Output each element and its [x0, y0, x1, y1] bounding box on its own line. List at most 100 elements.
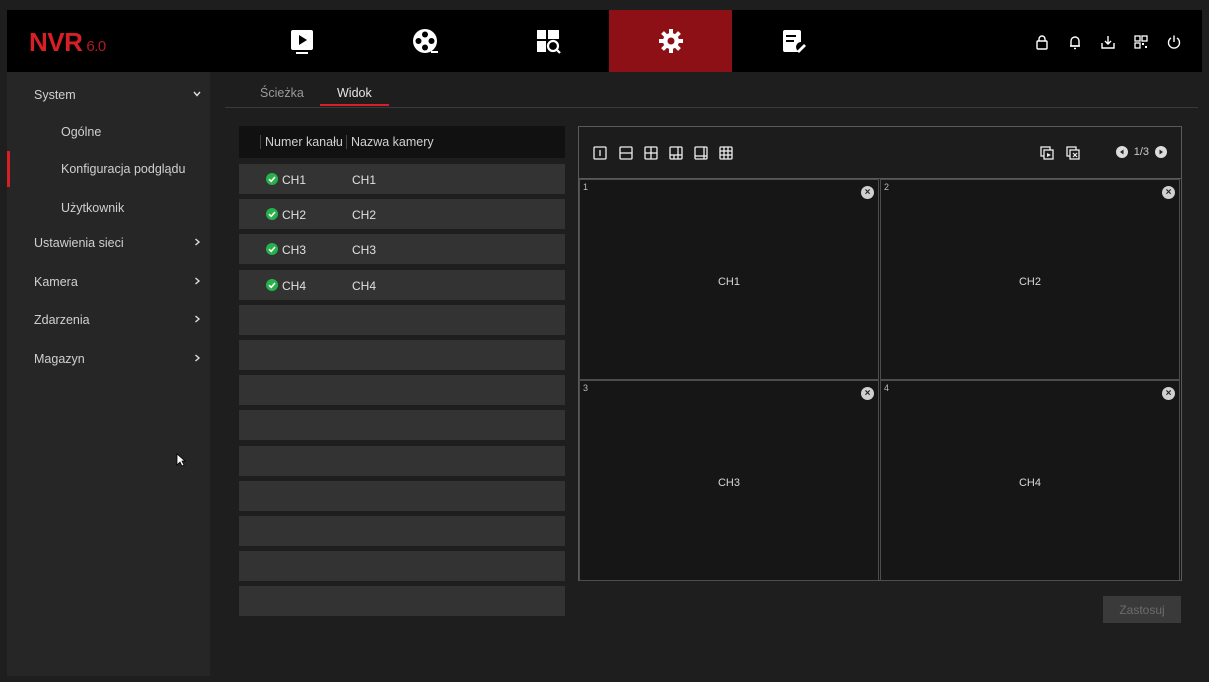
camera-name-cell: CH4	[352, 278, 377, 293]
close-icon[interactable]: ×	[861, 186, 874, 199]
page-navigator: 1/3	[1115, 146, 1167, 158]
table-row[interactable]: CH3 CH3	[239, 234, 565, 265]
film-reel-icon	[412, 29, 438, 53]
layout-8-icon[interactable]	[694, 146, 708, 160]
layout-9-icon[interactable]	[719, 146, 733, 160]
bell-icon	[1070, 36, 1080, 50]
sidebar-item-network[interactable]: Ustawienia sieci	[7, 225, 210, 261]
preview-cell-2[interactable]: 2 × CH2	[880, 179, 1180, 380]
chevron-right-icon	[195, 238, 201, 246]
preview-cell-1[interactable]: 1 × CH1	[579, 179, 879, 380]
apply-button[interactable]: Zastosuj	[1103, 596, 1181, 623]
table-row[interactable]: CH1 CH1	[239, 164, 565, 194]
page-indicator: 1/3	[1133, 146, 1149, 158]
sidebar-item-preview-config[interactable]: Konfiguracja podglądu	[7, 151, 210, 187]
search-grid-icon	[536, 30, 561, 54]
chevron-down-icon	[193, 91, 201, 97]
channel-number-cell: CH1	[282, 173, 307, 187]
notifications-button[interactable]	[1065, 32, 1085, 52]
layout-2-icon[interactable]	[619, 146, 633, 160]
cell-channel-label: CH1	[717, 276, 740, 288]
download-button[interactable]	[1098, 32, 1118, 52]
close-icon[interactable]: ×	[1162, 186, 1175, 199]
next-page-button[interactable]	[1155, 146, 1167, 158]
nav-tab-settings[interactable]	[609, 10, 732, 72]
layout-1-icon[interactable]	[593, 146, 607, 160]
layout-6-icon[interactable]	[669, 146, 683, 160]
cell-channel-label: CH3	[717, 477, 740, 489]
gear-icon	[658, 29, 683, 53]
channel-number-cell: CH4	[282, 278, 307, 293]
column-header-channel: Numer kanału	[260, 135, 343, 149]
check-circle-icon	[266, 173, 278, 185]
logo-brand: NVR	[29, 27, 83, 57]
sidebar-item-label: Magazyn	[34, 352, 85, 366]
check-circle-icon	[266, 278, 278, 291]
logo-version: 6.0	[86, 38, 106, 55]
cell-channel-label: CH4	[1018, 477, 1041, 489]
table-row-empty	[239, 340, 565, 370]
sidebar-item-label: Konfiguracja podglądu	[61, 162, 186, 176]
mouse-cursor-icon	[176, 453, 186, 467]
tab-view[interactable]: Widok	[337, 86, 372, 100]
tools-icon	[782, 30, 806, 53]
cell-number: 2	[884, 182, 890, 192]
lock-icon	[1036, 35, 1048, 50]
nav-tab-film[interactable]	[363, 10, 486, 72]
sidebar-item-label: Użytkownik	[61, 201, 125, 215]
table-row-empty	[239, 480, 565, 511]
layout-4-icon[interactable]	[644, 146, 658, 160]
lock-button[interactable]	[1032, 32, 1052, 52]
prev-page-button[interactable]	[1115, 146, 1128, 158]
power-button[interactable]	[1164, 32, 1184, 52]
cell-number: 1	[583, 182, 589, 192]
nav-tab-maintenance[interactable]	[732, 10, 855, 72]
sidebar-item-system[interactable]: System	[7, 77, 210, 113]
sidebar-item-storage[interactable]: Magazyn	[7, 341, 210, 377]
sidebar-item-general[interactable]: Ogólne	[7, 114, 210, 150]
cell-number: 3	[583, 383, 589, 393]
table-row-empty	[239, 551, 565, 582]
sidebar-item-label: Ogólne	[61, 125, 102, 139]
camera-name-cell: CH2	[352, 208, 377, 223]
table-row-empty	[239, 375, 565, 406]
cell-channel-label: CH2	[1018, 276, 1041, 288]
cell-number: 4	[884, 383, 890, 393]
table-row[interactable]: CH2 CH2	[239, 199, 565, 230]
preview-cell-3[interactable]: 3 × CH3	[579, 380, 879, 581]
table-row-empty	[239, 516, 565, 546]
download-icon	[1101, 36, 1115, 49]
table-row[interactable]: CH4 CH4	[239, 269, 565, 300]
logo: NVR 6.0	[29, 27, 106, 58]
chevron-left-icon	[1119, 149, 1124, 155]
column-header-camera-name: Nazwa kamery	[346, 135, 434, 149]
tab-path[interactable]: Ścieżka	[260, 86, 304, 100]
close-icon[interactable]: ×	[861, 387, 874, 400]
nav-tab-search[interactable]	[486, 10, 609, 72]
play-icon	[290, 30, 313, 54]
table-row-empty	[239, 445, 565, 476]
sidebar-item-label: Zdarzenia	[34, 313, 90, 327]
camera-name-cell: CH3	[352, 243, 377, 258]
qr-code-button[interactable]	[1131, 32, 1151, 52]
sidebar-item-label: Kamera	[34, 275, 78, 289]
top-bar: NVR 6.0	[7, 10, 1202, 72]
active-tab-underline	[320, 104, 389, 106]
channel-number-cell: CH2	[282, 208, 307, 223]
clear-preview-icon[interactable]	[1065, 145, 1081, 161]
start-preview-icon[interactable]	[1039, 145, 1055, 161]
sidebar-item-camera[interactable]: Kamera	[7, 264, 210, 300]
layout-toolbar: 1/3	[579, 127, 1181, 179]
sidebar-item-label: Ustawienia sieci	[34, 236, 124, 250]
close-icon[interactable]: ×	[1162, 387, 1175, 400]
preview-cell-4[interactable]: 4 × CH4	[880, 380, 1180, 581]
qr-code-icon	[1134, 35, 1148, 49]
sidebar-item-events[interactable]: Zdarzenia	[7, 302, 210, 338]
nav-tab-playback[interactable]	[240, 10, 363, 72]
sidebar-item-user[interactable]: Użytkownik	[7, 190, 210, 226]
table-row-empty	[239, 304, 565, 335]
preview-layout-panel: 1/3 1 × CH1 2 × CH2 3 × CH3 4 × CH4	[578, 126, 1182, 581]
sidebar: System Ogólne Konfiguracja podglądu Użyt…	[7, 72, 210, 676]
chevron-right-icon	[195, 354, 201, 362]
table-row-empty	[239, 410, 565, 441]
